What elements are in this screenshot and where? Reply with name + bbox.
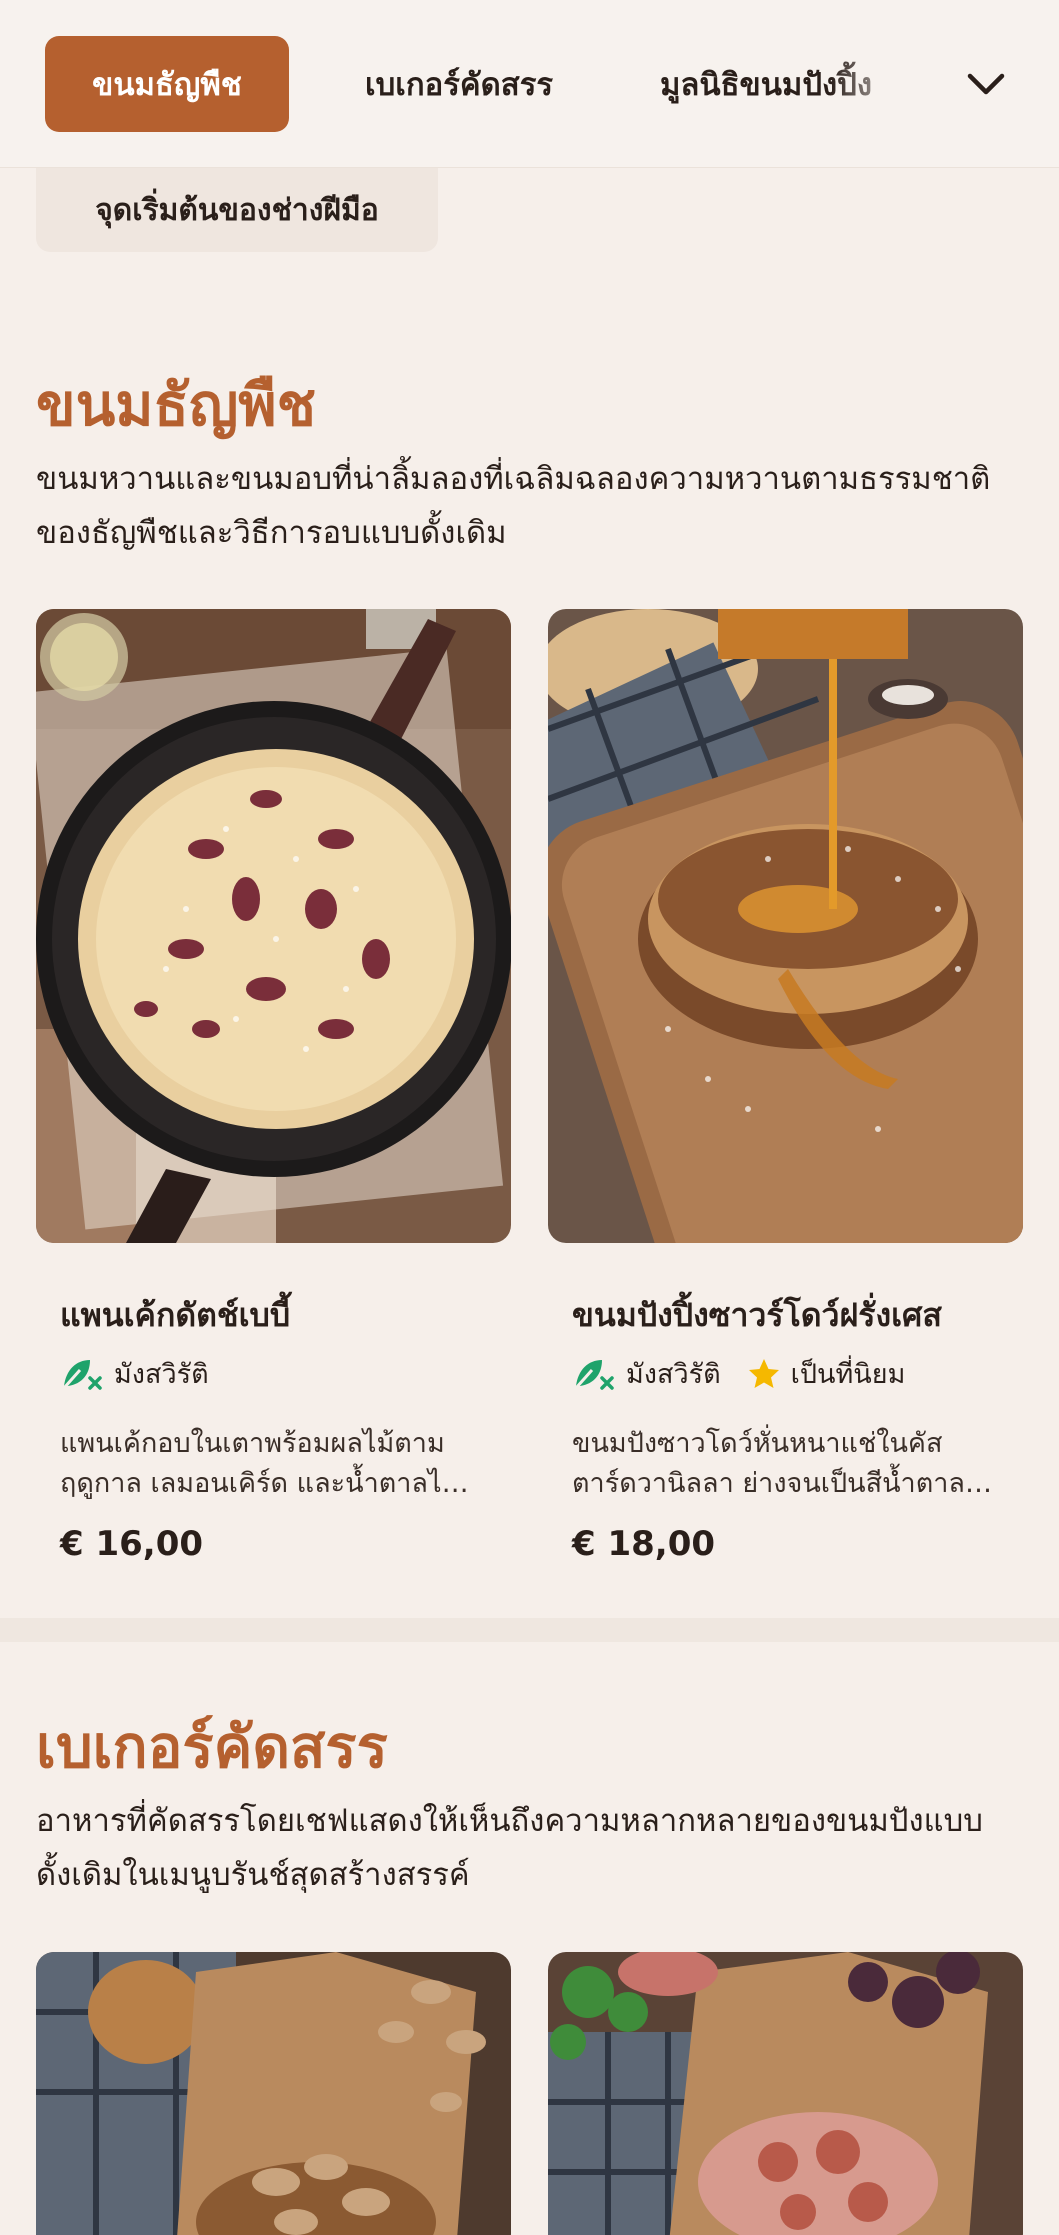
item-description-dutch-baby-text: แพนเค้กอบในเตาพร้อมผลไม้ตามฤดูกาล เลมอนเ… bbox=[60, 1428, 458, 1499]
section-description-curated-bakery: อาหารที่คัดสรรโดยเชฟแสดงให้เห็นถึงความหล… bbox=[36, 1803, 983, 1893]
item-description-french-toast: ขนมปังซาวโดว์หั่นหนาแช่ในคัสตาร์ดวานิลลา… bbox=[572, 1424, 992, 1506]
vegetarian-icon bbox=[574, 1359, 614, 1390]
category-nav-bar: ขนมธัญพืช เบเกอร์คัดสรร มูลนิธิขนมปังปิ้… bbox=[0, 0, 1059, 168]
vegetarian-icon bbox=[62, 1359, 102, 1390]
chevron-down-icon[interactable] bbox=[964, 62, 1008, 106]
french-toast-image[interactable] bbox=[548, 609, 1023, 1243]
item-description-french-toast-text: ขนมปังซาวโดว์หั่นหนาแช่ในคัสตาร์ดวานิลลา… bbox=[572, 1428, 965, 1499]
vegetarian-tag: มังสวิรัติ bbox=[572, 1352, 721, 1395]
tab-grain-desserts[interactable]: ขนมธัญพืช bbox=[45, 36, 289, 132]
tab-curated-bakery[interactable]: เบเกอร์คัดสรร bbox=[334, 36, 584, 132]
tab-overflow-fade bbox=[830, 36, 920, 132]
item-price-french-toast: € 18,00 bbox=[572, 1524, 716, 1564]
vegetarian-tag-label: มังสวิรัติ bbox=[626, 1359, 721, 1390]
item-price-dutch-baby: € 16,00 bbox=[60, 1524, 204, 1564]
vegetarian-tag-label: มังสวิรัติ bbox=[114, 1359, 209, 1390]
section-divider bbox=[0, 1618, 1059, 1642]
section-title-grain-desserts: ขนมธัญพืช bbox=[36, 371, 316, 439]
section-title-curated-bakery: เบเกอร์คัดสรร bbox=[36, 1713, 388, 1781]
item-tags-dutch-baby: มังสวิรัติ bbox=[60, 1352, 209, 1395]
prosciutto-fig-toast-image[interactable] bbox=[548, 1952, 1023, 2235]
tab-toast-foundation[interactable]: มูลนิธิขนมปังปิ้ง bbox=[660, 36, 920, 132]
item-description-dutch-baby: แพนเค้กอบในเตาพร้อมผลไม้ตามฤดูกาล เลมอนเ… bbox=[60, 1424, 480, 1506]
item-tags-french-toast: มังสวิรัติ เป็นที่นิยม bbox=[572, 1352, 905, 1395]
popular-tag: เป็นที่นิยม bbox=[747, 1352, 906, 1395]
dutch-baby-pancake-image[interactable] bbox=[36, 609, 511, 1243]
section-description-grain-desserts: ขนมหวานและขนมอบที่น่าลิ้มลองที่เฉลิมฉลอง… bbox=[36, 461, 991, 551]
star-icon bbox=[748, 1358, 779, 1388]
item-name-french-toast[interactable]: ขนมปังปิ้งซาวร์โดว์ฝรั่งเศส bbox=[572, 1290, 942, 1341]
popular-tag-label: เป็นที่นิยม bbox=[790, 1359, 906, 1390]
vegetarian-tag: มังสวิรัติ bbox=[60, 1352, 209, 1395]
item-name-dutch-baby[interactable]: แพนเค้กดัตช์เบบี้ bbox=[60, 1290, 290, 1341]
mushroom-toast-image[interactable] bbox=[36, 1952, 511, 2235]
tab-artisan-origins[interactable]: จุดเริ่มต้นของช่างฝีมือ bbox=[36, 168, 438, 252]
